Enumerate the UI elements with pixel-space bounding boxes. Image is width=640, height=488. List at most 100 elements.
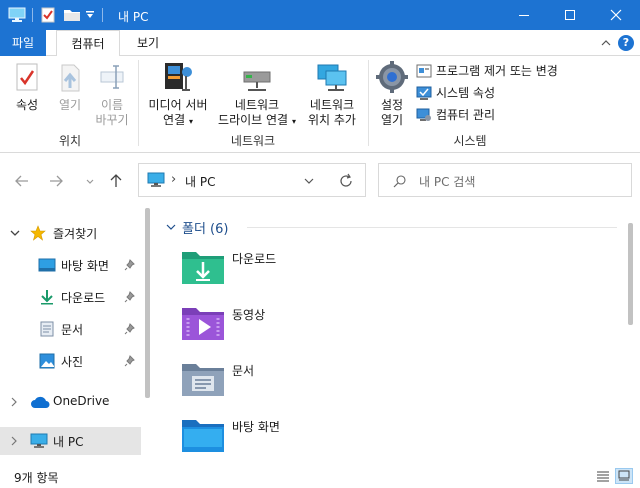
nav-pane-scrollbar[interactable]	[145, 208, 150, 398]
group-separator	[368, 60, 369, 146]
recent-locations-chevron-icon[interactable]	[80, 171, 100, 191]
help-icon[interactable]: ?	[618, 35, 634, 51]
folder-item-downloads-label: 다운로드	[232, 252, 277, 266]
close-button[interactable]	[593, 0, 639, 30]
open-button[interactable]: 열기	[52, 62, 88, 113]
folder-icon[interactable]	[63, 7, 81, 23]
folder-item-downloads[interactable]: 다운로드	[180, 246, 460, 294]
computer-icon[interactable]	[8, 7, 26, 23]
uninstall-label: 프로그램 제거 또는 변경	[436, 64, 558, 78]
folder-item-desktop-label: 바탕 화면	[232, 420, 280, 434]
expanded-chevron-icon[interactable]	[10, 229, 20, 237]
group-divider	[247, 227, 617, 228]
computer-management-label: 컴퓨터 관리	[436, 108, 496, 122]
document-icon	[40, 321, 54, 337]
folder-item-videos[interactable]: 동영상	[180, 302, 460, 350]
onedrive-cloud-icon	[31, 396, 50, 408]
open-settings-button[interactable]: 설정 열기	[372, 60, 412, 128]
back-arrow-icon[interactable]	[12, 171, 32, 191]
documents-folder-icon	[182, 364, 224, 396]
address-bar[interactable]: › 내 PC	[138, 163, 366, 197]
breadcrumb-this-pc[interactable]: 내 PC	[185, 173, 215, 190]
collapsed-chevron-icon[interactable]	[10, 397, 18, 407]
address-dropdown-chevron-icon[interactable]	[303, 176, 315, 186]
breadcrumb-separator[interactable]: ›	[171, 172, 176, 187]
large-icons-view-button[interactable]	[615, 468, 633, 484]
forward-arrow-icon[interactable]	[46, 171, 66, 191]
pin-icon[interactable]	[124, 259, 136, 271]
item-count: 9개 항목	[14, 471, 59, 485]
computer-management-button[interactable]: 컴퓨터 관리	[416, 105, 576, 125]
system-properties-button[interactable]: 시스템 속성	[416, 83, 576, 103]
separator	[102, 8, 103, 22]
pin-icon[interactable]	[124, 291, 136, 303]
search-placeholder[interactable]: 내 PC 검색	[419, 173, 475, 190]
map-network-drive-button[interactable]: 네트워크 드라이브 연결 ▾	[214, 60, 300, 129]
details-view-button[interactable]	[595, 469, 611, 483]
pin-icon[interactable]	[124, 323, 136, 335]
rename-icon	[100, 65, 124, 89]
maximize-button[interactable]	[547, 0, 593, 30]
window-title: 내 PC	[118, 10, 149, 24]
ribbon-collapse-icon[interactable]	[600, 37, 612, 49]
expanded-chevron-icon[interactable]	[166, 223, 176, 231]
close-icon	[610, 9, 622, 21]
network-drive-icon	[243, 71, 271, 91]
ribbon: 속성 열기 이름 바꾸기 위치 미디어 서버 연결 ▾ 네트워크 드라이브 연결…	[0, 56, 640, 153]
add-network-location-button[interactable]: 네트워크 위치 추가	[302, 60, 362, 128]
minimize-icon	[519, 15, 529, 16]
downloads-folder-icon	[182, 252, 224, 284]
navigation-pane: 즐겨찾기 바탕 화면 다운로드 문서 사진 OneDrive 내 PC	[0, 207, 157, 464]
folder-item-videos-label: 동영상	[232, 308, 266, 322]
pin-icon[interactable]	[124, 355, 136, 367]
tab-view[interactable]: 보기	[126, 30, 170, 57]
media-server-icon	[165, 63, 192, 91]
programs-icon	[416, 64, 432, 78]
computer-management-icon	[416, 108, 431, 121]
properties-check-icon	[16, 63, 38, 91]
search-box[interactable]: 내 PC 검색	[378, 163, 632, 197]
nav-item-desktop[interactable]: 바탕 화면	[0, 251, 141, 279]
rename-label-line2: 바꾸기	[95, 113, 129, 127]
desktop-icon	[38, 258, 56, 272]
nav-item-documents[interactable]: 문서	[0, 315, 141, 343]
content-scrollbar[interactable]	[628, 223, 633, 325]
media-server-label-line1: 미디어 서버	[148, 98, 208, 112]
separator	[32, 8, 33, 22]
add-location-label-line1: 네트워크	[309, 98, 355, 112]
properties-check-icon[interactable]	[40, 7, 56, 23]
nav-quick-access[interactable]: 즐겨찾기	[0, 219, 141, 247]
properties-button[interactable]: 속성	[8, 62, 46, 113]
status-bar: 9개 항목	[0, 464, 640, 488]
folder-item-desktop[interactable]: 바탕 화면	[180, 414, 460, 462]
nav-item-this-pc[interactable]: 내 PC	[0, 427, 141, 455]
videos-folder-icon	[182, 308, 224, 340]
nav-item-downloads[interactable]: 다운로드	[0, 283, 141, 311]
settings-gear-icon	[376, 61, 408, 93]
system-properties-label: 시스템 속성	[436, 86, 496, 100]
refresh-icon[interactable]	[338, 173, 354, 189]
up-arrow-icon[interactable]	[106, 171, 126, 191]
media-server-button[interactable]: 미디어 서버 연결 ▾	[143, 60, 213, 129]
collapsed-chevron-icon[interactable]	[10, 436, 18, 446]
rename-button[interactable]: 이름 바꾸기	[92, 62, 132, 128]
nav-quick-access-label: 즐겨찾기	[53, 227, 98, 241]
nav-item-pictures[interactable]: 사진	[0, 347, 141, 375]
chevron-down-icon[interactable]	[85, 11, 95, 19]
ribbon-tabs: 파일 컴퓨터 보기 ?	[0, 30, 640, 57]
minimize-button[interactable]	[501, 0, 547, 30]
nav-item-onedrive[interactable]: OneDrive	[0, 388, 141, 416]
nav-item-documents-label: 문서	[61, 323, 84, 337]
uninstall-program-button[interactable]: 프로그램 제거 또는 변경	[416, 61, 576, 81]
open-label: 열기	[58, 98, 82, 112]
search-icon	[393, 175, 406, 188]
computer-icon	[30, 433, 48, 448]
folder-item-documents[interactable]: 문서	[180, 358, 460, 406]
map-drive-label-line1: 네트워크	[234, 98, 280, 112]
desktop-folder-icon	[182, 420, 224, 452]
tab-file[interactable]: 파일	[0, 30, 46, 56]
computer-icon	[147, 172, 165, 187]
settings-label-line2: 열기	[380, 113, 404, 127]
tab-computer[interactable]: 컴퓨터	[56, 30, 120, 57]
star-icon	[30, 225, 46, 241]
